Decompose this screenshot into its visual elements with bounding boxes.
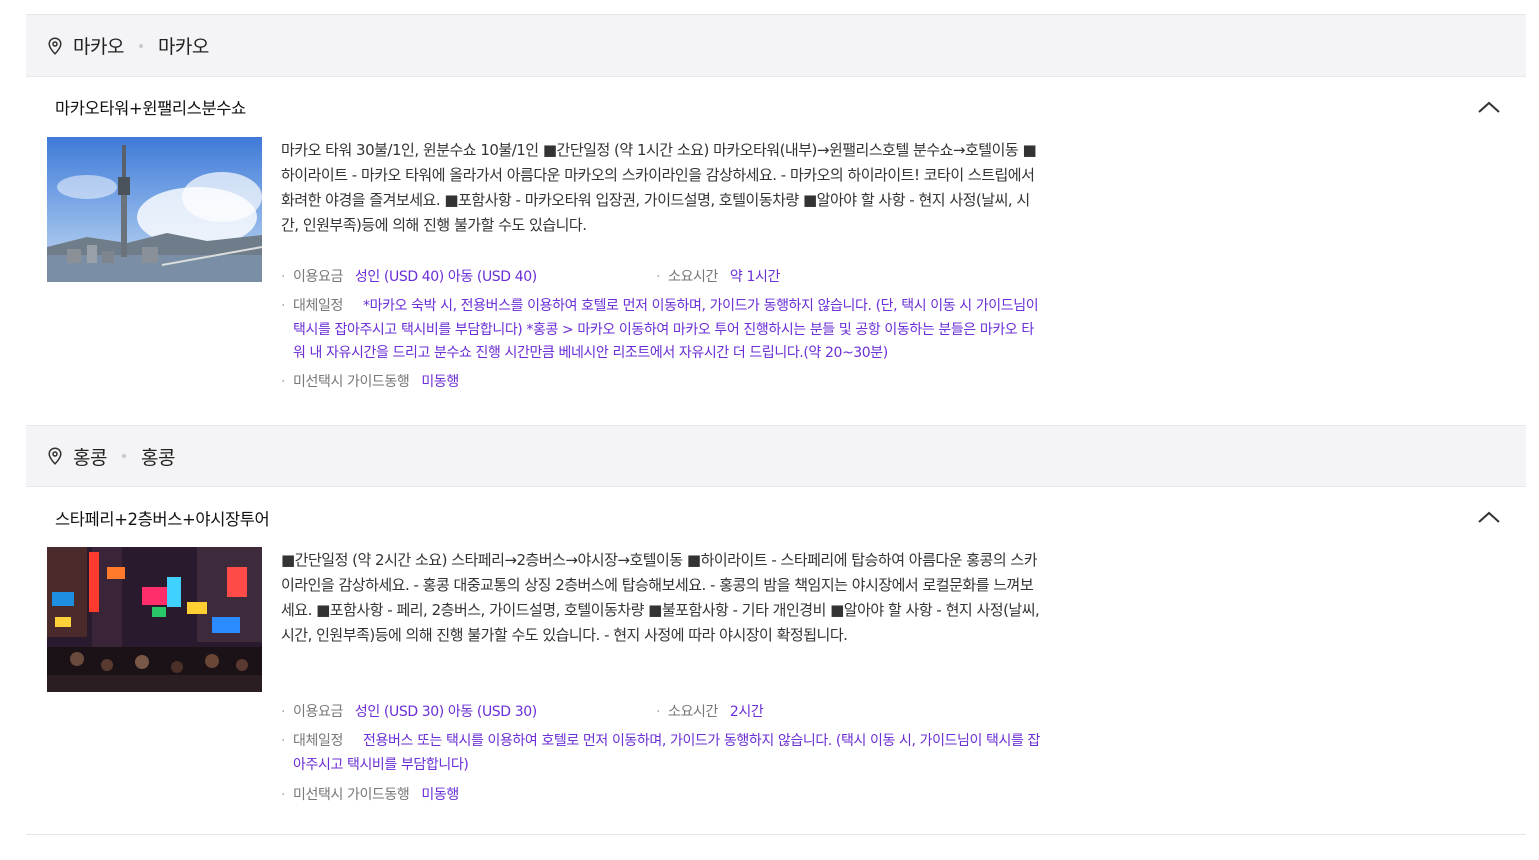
- price-value: 성인 (USD 30) 아동 (USD 30): [354, 704, 537, 720]
- duration-value: 약 1시간: [729, 269, 780, 285]
- price-value: 성인 (USD 40) 아동 (USD 40): [354, 269, 537, 285]
- region-city: 마카오: [157, 36, 209, 58]
- region-country: 마카오: [73, 36, 124, 58]
- info-guide: · 미선택시 가이드동행 미동행: [281, 787, 459, 803]
- tour-image-macau-tower: [47, 137, 262, 282]
- tour-title[interactable]: 스타페리+2층버스+야시장투어: [55, 506, 270, 530]
- price-label: 이용요금: [293, 704, 343, 720]
- duration-label: 소요시간: [668, 704, 718, 720]
- price-label: 이용요금: [293, 269, 343, 285]
- divider: [26, 834, 1526, 835]
- region-city: 홍콩: [140, 446, 175, 469]
- guide-label: 미선택시 가이드동행: [293, 374, 410, 390]
- duration-value: 2시간: [729, 704, 764, 720]
- alt-schedule-value: *마카오 숙박 시, 전용버스를 이용하여 호텔로 먼저 이동하며, 가이드가 …: [293, 298, 1039, 361]
- guide-value: 미동행: [421, 374, 459, 390]
- location-pin-icon: [47, 36, 63, 55]
- tour-title[interactable]: 마카오타워+윈팰리스분수쇼: [55, 95, 246, 119]
- tour-description: 마카오 타워 30불/1인, 윈분수쇼 10불/1인 ■간단일정 (약 1시간 …: [281, 141, 1037, 234]
- separator-dot: [121, 454, 126, 458]
- info-guide: · 미선택시 가이드동행 미동행: [281, 374, 459, 390]
- guide-label: 미선택시 가이드동행: [293, 787, 410, 803]
- chevron-up-icon[interactable]: [1476, 99, 1502, 115]
- info-price: · 이용요금 성인 (USD 30) 아동 (USD 30): [281, 704, 537, 720]
- region-country: 홍콩: [73, 446, 107, 469]
- region-header-macau: 마카오 마카오: [26, 15, 1526, 77]
- region-header-hongkong: 홍콩 홍콩: [26, 425, 1526, 487]
- guide-value: 미동행: [421, 787, 459, 803]
- page: 마카오 마카오 마카오타워+윈팰리스분수쇼 마카오 타워 30불/1인, 윈분수…: [0, 0, 1539, 860]
- alt-schedule-value: 전용버스 또는 택시를 이용하여 호텔로 먼저 이동하며, 가이드가 동행하지 …: [293, 733, 1041, 773]
- info-duration: · 소요시간 약 1시간: [656, 269, 780, 285]
- tour-description: ■간단일정 (약 2시간 소요) 스타페리→2층버스→야시장→호텔이동 ■하이라…: [281, 551, 1040, 644]
- duration-label: 소요시간: [668, 269, 718, 285]
- tour-image-night-market: [47, 547, 262, 692]
- separator-dot: [138, 43, 143, 48]
- location-pin-icon: [47, 447, 63, 465]
- info-duration: · 소요시간 2시간: [656, 704, 764, 720]
- info-price: · 이용요금 성인 (USD 40) 아동 (USD 40): [281, 269, 537, 285]
- chevron-up-icon[interactable]: [1476, 509, 1502, 525]
